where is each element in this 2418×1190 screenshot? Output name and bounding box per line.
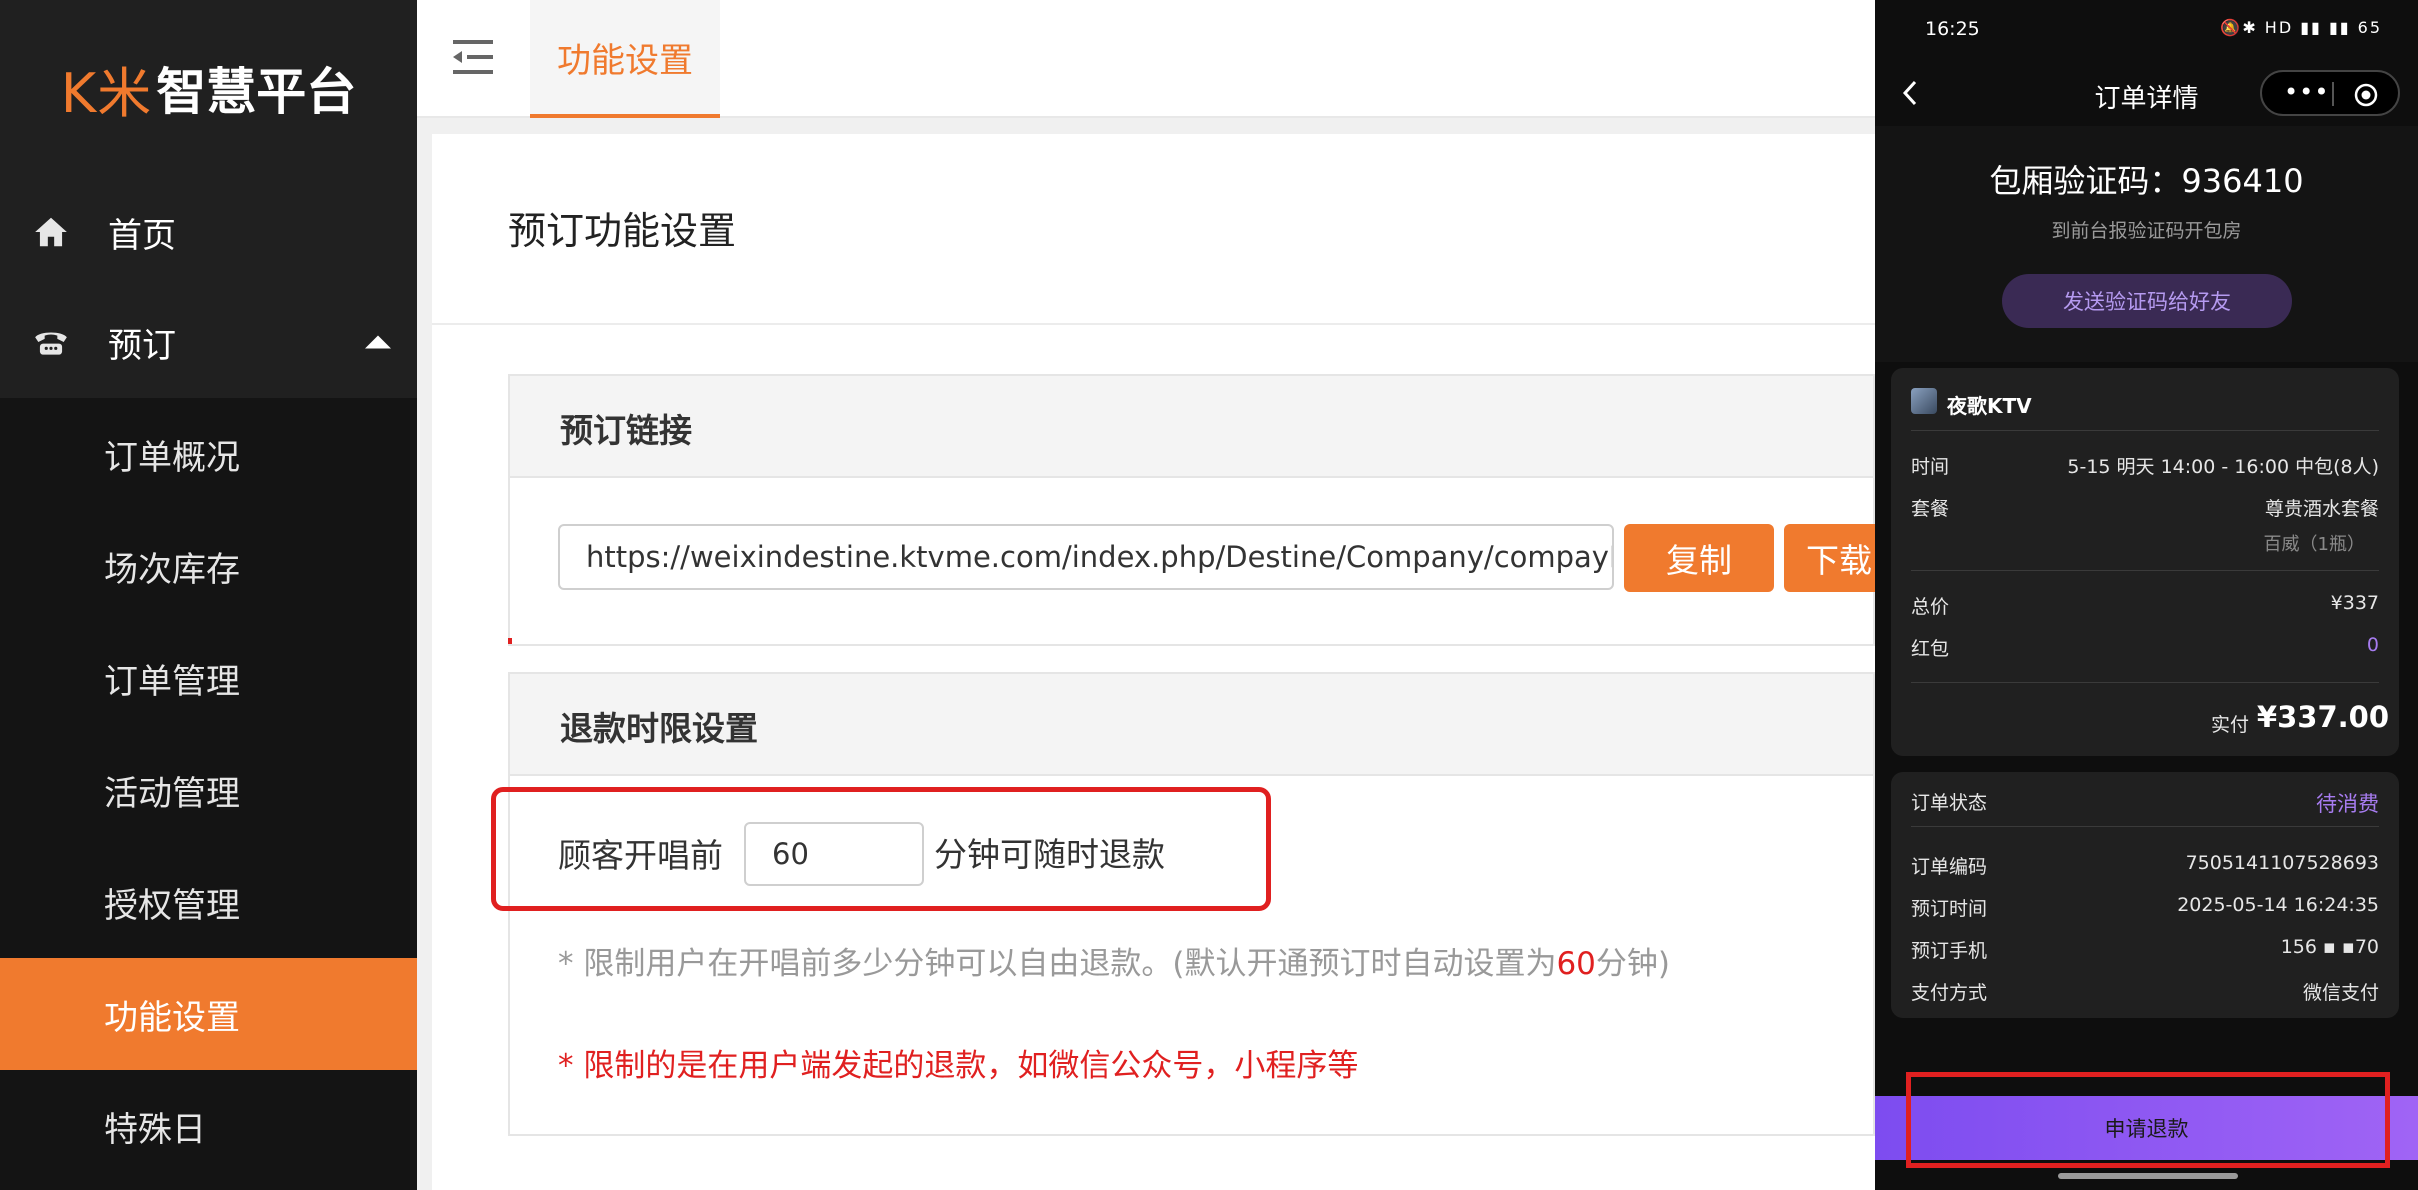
paid-value: ¥337.00 xyxy=(2256,700,2389,734)
order-time-row: 预订时间 2025-05-14 16:24:35 xyxy=(1911,894,2379,921)
package-value: 尊贵酒水套餐 xyxy=(2264,498,2379,520)
divider xyxy=(432,323,1875,325)
redpack-value: 0 xyxy=(2366,634,2379,656)
logo: K米 智慧平台 xyxy=(0,0,417,176)
red-marker xyxy=(508,638,512,644)
mobile-screenshot: 16:25 🔕✱ HD ▮▮ ▮▮ 65 订单详情 ••• 包厢验证码：9364… xyxy=(1875,0,2418,1190)
sidebar-item-booking[interactable]: 预订 xyxy=(0,286,417,398)
order-phone-row: 预订手机 156 ▪︎ ▪︎70 xyxy=(1911,936,2379,963)
order-detail-box: 夜歌KTV 时间 5-15 明天 14:00 - 16:00 中包(8人) 套餐… xyxy=(1891,368,2399,756)
send-code-button[interactable]: 发送验证码给好友 xyxy=(2002,274,2292,328)
total-label: 总价 xyxy=(1911,596,1950,618)
total-value: ¥337 xyxy=(2330,592,2379,614)
tab-function-settings[interactable]: 功能设置 xyxy=(530,0,720,118)
annotation-highlight-box xyxy=(491,787,1271,911)
package-sub-value: 百威（1瓶） xyxy=(2263,534,2365,555)
top-bar: 功能设置 xyxy=(417,0,1875,118)
sidebar-item-special-days[interactable]: 特殊日 xyxy=(0,1070,417,1182)
refund-note: * 限制用户在开唱前多少分钟可以自由退款。(默认开通预订时自动设置为60分钟) xyxy=(558,938,1670,983)
status-row: 订单状态 待消费 xyxy=(1911,788,2379,818)
ktv-thumbnail xyxy=(1911,388,1937,414)
time-row: 时间 5-15 明天 14:00 - 16:00 中包(8人) xyxy=(1911,452,2379,479)
time-value: 5-15 明天 14:00 - 16:00 中包(8人) xyxy=(2067,456,2379,478)
sidebar-item-order-overview[interactable]: 订单概况 xyxy=(0,398,417,510)
home-icon xyxy=(35,217,67,247)
order-time-label: 预订时间 xyxy=(1911,898,1988,920)
divider xyxy=(1911,826,2379,827)
sidebar: K米 智慧平台 首页 预订 订单概况 场次库存 订单管理 活动管理 授权管理 功… xyxy=(0,0,417,1190)
annotation-highlight-box xyxy=(1906,1072,2390,1168)
divider xyxy=(1911,570,2379,571)
payment-method-value: 微信支付 xyxy=(2302,982,2379,1004)
divider xyxy=(1911,682,2379,683)
redpack-label: 红包 xyxy=(1911,638,1950,660)
payment-method-row: 支付方式 微信支付 xyxy=(1911,978,2379,1005)
order-no-label: 订单编码 xyxy=(1911,856,1988,878)
refund-limit-header: 退款时限设置 xyxy=(510,674,1873,776)
order-status-box: 订单状态 待消费 订单编码 7505141107528693 预订时间 2025… xyxy=(1891,772,2399,1018)
redpack-row: 红包 0 xyxy=(1911,634,2379,661)
collapse-menu-icon[interactable] xyxy=(453,38,493,76)
booking-link-heading: 预订链接 xyxy=(560,411,692,450)
more-icon[interactable]: ••• xyxy=(2284,78,2329,106)
telephone-icon xyxy=(35,332,67,355)
status-label: 订单状态 xyxy=(1911,792,1988,814)
sidebar-item-function-settings[interactable]: 功能设置 xyxy=(0,958,417,1070)
refund-note-text: * 限制用户在开唱前多少分钟可以自由退款。(默认开通预订时自动设置为 xyxy=(558,946,1557,982)
refund-limit-heading: 退款时限设置 xyxy=(560,709,758,748)
booking-submenu: 订单概况 场次库存 订单管理 活动管理 授权管理 功能设置 特殊日 xyxy=(0,398,417,1190)
sidebar-item-home[interactable]: 首页 xyxy=(0,176,417,288)
logo-text: 智慧平台 xyxy=(156,63,357,121)
verify-tip: 到前台报验证码开包房 xyxy=(2051,220,2242,242)
divider xyxy=(1911,430,2379,431)
home-indicator xyxy=(2058,1173,2238,1179)
sidebar-item-session-inventory[interactable]: 场次库存 xyxy=(0,510,417,622)
payment-method-label: 支付方式 xyxy=(1911,982,1988,1004)
sidebar-item-label: 预订 xyxy=(108,325,176,366)
chevron-up-icon xyxy=(365,335,391,349)
status-time: 16:25 xyxy=(1925,18,1980,40)
page-title: 预订功能设置 xyxy=(508,209,737,253)
order-no-row: 订单编码 7505141107528693 xyxy=(1911,852,2379,879)
sidebar-item-activity-management[interactable]: 活动管理 xyxy=(0,734,417,846)
status-bar-icons: 🔕✱ HD ▮▮ ▮▮ 65 xyxy=(2220,18,2382,37)
logo-mark: K米 xyxy=(60,61,153,125)
refund-warning: * 限制的是在用户端发起的退款，如微信公众号，小程序等 xyxy=(558,1048,1359,1084)
miniprogram-capsule: ••• xyxy=(2260,70,2400,116)
capsule-divider xyxy=(2332,82,2334,106)
total-row: 总价 ¥337 xyxy=(1911,592,2379,619)
booking-link-panel: 预订链接 xyxy=(508,374,1875,646)
verify-code: 包厢验证码：936410 xyxy=(1989,162,2304,200)
order-no-value: 7505141107528693 xyxy=(2185,852,2379,874)
sidebar-item-order-management[interactable]: 订单管理 xyxy=(0,622,417,734)
paid-label: 实付 xyxy=(2210,714,2249,736)
order-time-value: 2025-05-14 16:24:35 xyxy=(2177,894,2379,916)
booking-url-field[interactable]: https://weixindestine.ktvme.com/index.ph… xyxy=(558,524,1614,590)
refund-note-unit: 分钟) xyxy=(1595,946,1671,982)
ktv-name: 夜歌KTV xyxy=(1947,394,2032,418)
refund-note-default-minutes: 60 xyxy=(1556,946,1596,982)
package-label: 套餐 xyxy=(1911,498,1950,520)
time-label: 时间 xyxy=(1911,456,1950,478)
sidebar-item-label: 首页 xyxy=(108,215,176,256)
close-target-icon[interactable] xyxy=(2354,83,2378,107)
booking-link-header: 预订链接 xyxy=(510,376,1873,478)
package-row: 套餐 尊贵酒水套餐 xyxy=(1911,494,2379,521)
status-value: 待消费 xyxy=(2316,792,2379,816)
order-phone-label: 预订手机 xyxy=(1911,940,1988,962)
order-phone-value: 156 ▪︎ ▪︎70 xyxy=(2280,936,2379,958)
sidebar-item-authorization-management[interactable]: 授权管理 xyxy=(0,846,417,958)
copy-button[interactable]: 复制 xyxy=(1624,524,1774,592)
